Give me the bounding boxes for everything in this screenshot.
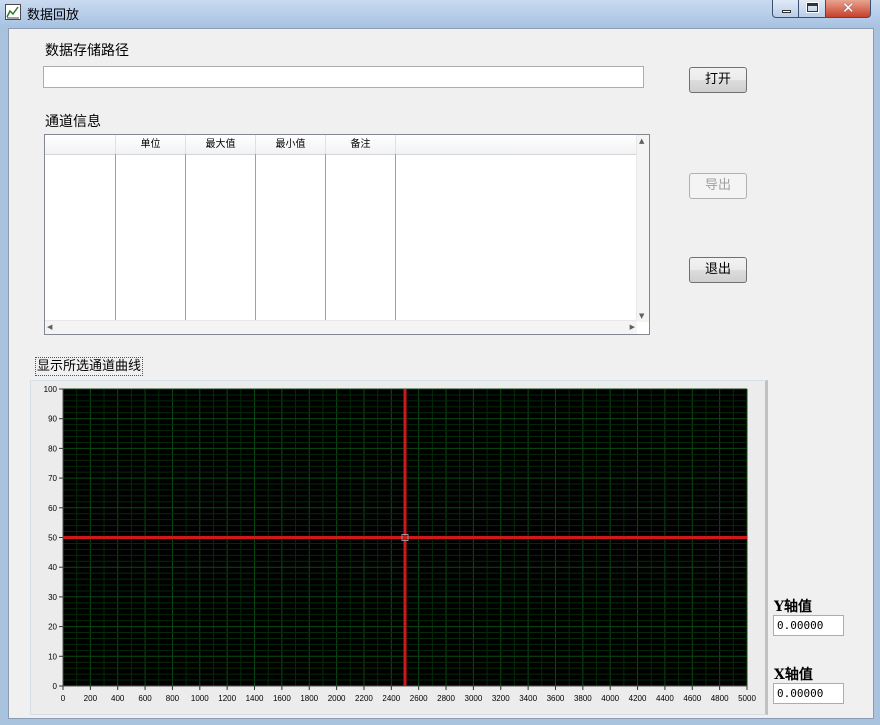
y-axis-value-field[interactable]: 0.00000 <box>773 615 844 636</box>
x-tick-label: 400 <box>111 694 125 703</box>
column-divider <box>395 154 396 322</box>
x-axis-value-field[interactable]: 0.00000 <box>773 683 844 704</box>
x-tick-label: 2800 <box>437 694 455 703</box>
open-button[interactable]: 打开 <box>689 67 747 93</box>
y-tick-label: 90 <box>48 415 57 424</box>
maximize-icon <box>806 2 819 13</box>
column-divider <box>185 154 186 322</box>
app-icon-graphic <box>6 6 19 19</box>
exit-button[interactable]: 退出 <box>689 257 747 283</box>
storage-path-label: 数据存储路径 <box>45 43 129 59</box>
x-tick-label: 3400 <box>519 694 537 703</box>
x-tick-label: 200 <box>84 694 98 703</box>
column-header-note[interactable]: 备注 <box>326 135 396 154</box>
column-divider <box>325 154 326 322</box>
scroll-left-icon[interactable]: ◀ <box>47 323 52 331</box>
x-tick-label: 2600 <box>410 694 428 703</box>
vertical-scrollbar[interactable]: ▲ ▼ <box>636 135 649 322</box>
x-tick-label: 4800 <box>711 694 729 703</box>
y-tick-label: 10 <box>48 652 57 661</box>
minimize-button[interactable] <box>772 0 799 18</box>
x-tick-label: 3600 <box>547 694 565 703</box>
y-tick-label: 40 <box>48 563 57 572</box>
column-header-min[interactable]: 最小值 <box>256 135 326 154</box>
x-tick-label: 4000 <box>601 694 619 703</box>
x-tick-label: 3800 <box>574 694 592 703</box>
y-tick-label: 70 <box>48 474 57 483</box>
y-tick-label: 20 <box>48 623 57 632</box>
x-tick-label: 3200 <box>492 694 510 703</box>
scroll-up-icon[interactable]: ▲ <box>639 137 644 145</box>
column-header-max[interactable]: 最大值 <box>186 135 256 154</box>
y-axis-value-label: Y轴值 <box>774 599 812 615</box>
scroll-down-icon[interactable]: ▼ <box>639 312 644 320</box>
y-tick-label: 0 <box>53 682 58 691</box>
y-tick-label: 50 <box>48 534 57 543</box>
y-tick-label: 30 <box>48 593 57 602</box>
plot-group-label: 显示所选通道曲线 <box>35 357 144 376</box>
horizontal-scrollbar[interactable]: ◀ ▶ <box>45 320 637 334</box>
storage-path-input[interactable] <box>43 66 644 88</box>
x-tick-label: 2400 <box>382 694 400 703</box>
y-tick-label: 80 <box>48 444 57 453</box>
x-tick-label: 600 <box>138 694 152 703</box>
export-button[interactable]: 导出 <box>689 173 747 199</box>
x-tick-label: 2000 <box>328 694 346 703</box>
y-tick-label: 60 <box>48 504 57 513</box>
window-title: 数据回放 <box>27 8 80 23</box>
x-tick-label: 800 <box>166 694 180 703</box>
y-tick-label: 100 <box>44 385 58 394</box>
x-axis-value-label: X轴值 <box>774 667 813 683</box>
channel-list-header: 单位 最大值 最小值 备注 <box>45 135 637 155</box>
column-divider <box>255 154 256 322</box>
x-tick-label: 4400 <box>656 694 674 703</box>
channel-curve-chart[interactable]: 0 200 400 600 800 1000 1200 1400 1600 1800 2000 220… <box>31 381 761 713</box>
x-tick-label: 5000 <box>738 694 756 703</box>
x-tick-label: 4600 <box>683 694 701 703</box>
x-tick-label: 0 <box>61 694 66 703</box>
column-divider <box>115 154 116 322</box>
column-header-name[interactable] <box>45 135 116 154</box>
maximize-button[interactable] <box>799 0 826 18</box>
x-tick-label: 1400 <box>246 694 264 703</box>
scroll-right-icon[interactable]: ▶ <box>630 323 635 331</box>
x-tick-label: 1000 <box>191 694 209 703</box>
title-bar[interactable]: 数据回放 ✕ <box>0 0 880 25</box>
minimize-icon <box>782 10 791 13</box>
app-window: 数据回放 ✕ 数据存储路径 打开 通道信息 单位 最大值 最小值 备注 ▲ ▼ … <box>0 0 880 725</box>
close-button[interactable]: ✕ <box>826 0 871 18</box>
x-tick-label: 2200 <box>355 694 373 703</box>
chart-app-icon[interactable] <box>5 4 21 20</box>
x-tick-label: 1600 <box>273 694 291 703</box>
channel-info-label: 通道信息 <box>45 114 101 130</box>
x-tick-label: 1200 <box>218 694 236 703</box>
close-icon: ✕ <box>842 0 855 17</box>
x-tick-label: 3000 <box>465 694 483 703</box>
x-tick-label: 4200 <box>629 694 647 703</box>
channel-list[interactable]: 单位 最大值 最小值 备注 ▲ ▼ ◀ ▶ <box>44 134 650 335</box>
column-header-unit[interactable]: 单位 <box>116 135 186 154</box>
x-tick-label: 1800 <box>300 694 318 703</box>
